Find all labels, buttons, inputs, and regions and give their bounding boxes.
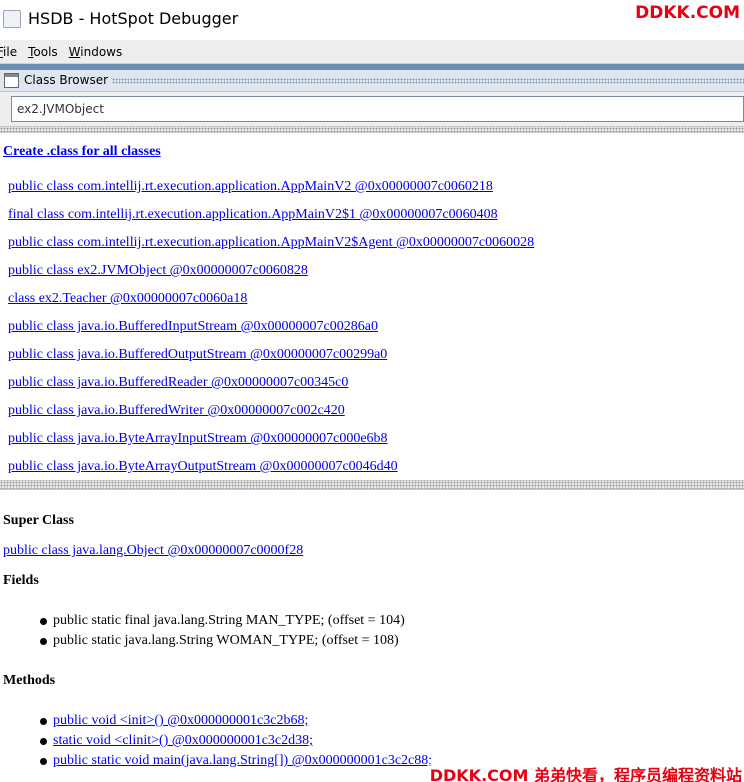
class-browser-title: Class Browser — [24, 73, 109, 87]
class-link[interactable]: final class com.intellij.rt.execution.ap… — [8, 206, 534, 234]
field-item: public static final java.lang.String MAN… — [40, 611, 405, 631]
watermark-top: DDKK.COM — [635, 3, 740, 23]
method-link[interactable]: static void <clinit>() @0x000000001c3c2d… — [53, 733, 313, 749]
method-item: public void <init>() @0x000000001c3c2b68… — [40, 711, 432, 731]
java-app-icon — [3, 10, 21, 28]
class-search-input[interactable]: ex2.JVMObject — [11, 96, 744, 122]
menu-tools[interactable]: Tools — [28, 45, 58, 59]
method-item: static void <clinit>() @0x000000001c3c2d… — [40, 731, 432, 751]
class-link[interactable]: public class java.io.ByteArrayInputStrea… — [8, 430, 534, 458]
class-list: public class com.intellij.rt.execution.a… — [8, 178, 534, 486]
class-list-pane: Create .class for all classes public cla… — [0, 133, 744, 480]
top-splitter[interactable] — [0, 126, 744, 133]
bullet-icon — [40, 617, 47, 625]
class-link[interactable]: public class com.intellij.rt.execution.a… — [8, 178, 534, 206]
methods-list: public void <init>() @0x000000001c3c2b68… — [40, 711, 432, 771]
field-text: public static final java.lang.String MAN… — [53, 613, 405, 628]
search-row: ex2.JVMObject — [0, 92, 744, 126]
class-link[interactable]: public class java.io.BufferedOutputStrea… — [8, 346, 534, 374]
class-link[interactable]: class ex2.Teacher @0x00000007c0060a18 — [8, 290, 534, 318]
method-item: public static void main(java.lang.String… — [40, 751, 432, 771]
method-link[interactable]: public static void main(java.lang.String… — [53, 753, 432, 769]
bullet-icon — [40, 757, 47, 765]
class-browser-titlebar[interactable]: Class Browser — [0, 70, 744, 92]
bullet-icon — [40, 637, 47, 645]
class-link[interactable]: public class com.intellij.rt.execution.a… — [8, 234, 534, 262]
super-class-link[interactable]: public class java.lang.Object @0x0000000… — [3, 543, 303, 559]
class-link[interactable]: public class ex2.JVMObject @0x00000007c0… — [8, 262, 534, 290]
frame-icon — [4, 73, 19, 88]
menu-file[interactable]: File — [0, 45, 17, 59]
bullet-icon — [40, 737, 47, 745]
middle-splitter[interactable] — [0, 480, 744, 490]
method-link[interactable]: public void <init>() @0x000000001c3c2b68… — [53, 713, 308, 729]
window-title: HSDB - HotSpot Debugger — [28, 9, 239, 28]
class-link[interactable]: public class java.io.BufferedWriter @0x0… — [8, 402, 534, 430]
menu-windows[interactable]: Windows — [69, 45, 123, 59]
fields-heading: Fields — [3, 573, 39, 588]
class-details-pane: Super Class public class java.lang.Objec… — [0, 490, 744, 782]
titlebar-grip — [112, 78, 744, 84]
class-link[interactable]: public class java.io.BufferedInputStream… — [8, 318, 534, 346]
bullet-icon — [40, 717, 47, 725]
methods-heading: Methods — [3, 673, 56, 688]
class-link[interactable]: public class java.io.BufferedReader @0x0… — [8, 374, 534, 402]
field-item: public static java.lang.String WOMAN_TYP… — [40, 631, 405, 651]
fields-list: public static final java.lang.String MAN… — [40, 611, 405, 651]
watermark-bottom: DDKK.COM 弟弟快看，程序员编程资料站 — [429, 762, 742, 782]
create-class-link[interactable]: Create .class for all classes — [3, 144, 161, 160]
super-class-heading: Super Class — [3, 513, 74, 528]
field-text: public static java.lang.String WOMAN_TYP… — [53, 633, 399, 648]
menubar: File Tools Windows — [0, 40, 744, 64]
window-titlebar: HSDB - HotSpot Debugger — [0, 0, 744, 40]
